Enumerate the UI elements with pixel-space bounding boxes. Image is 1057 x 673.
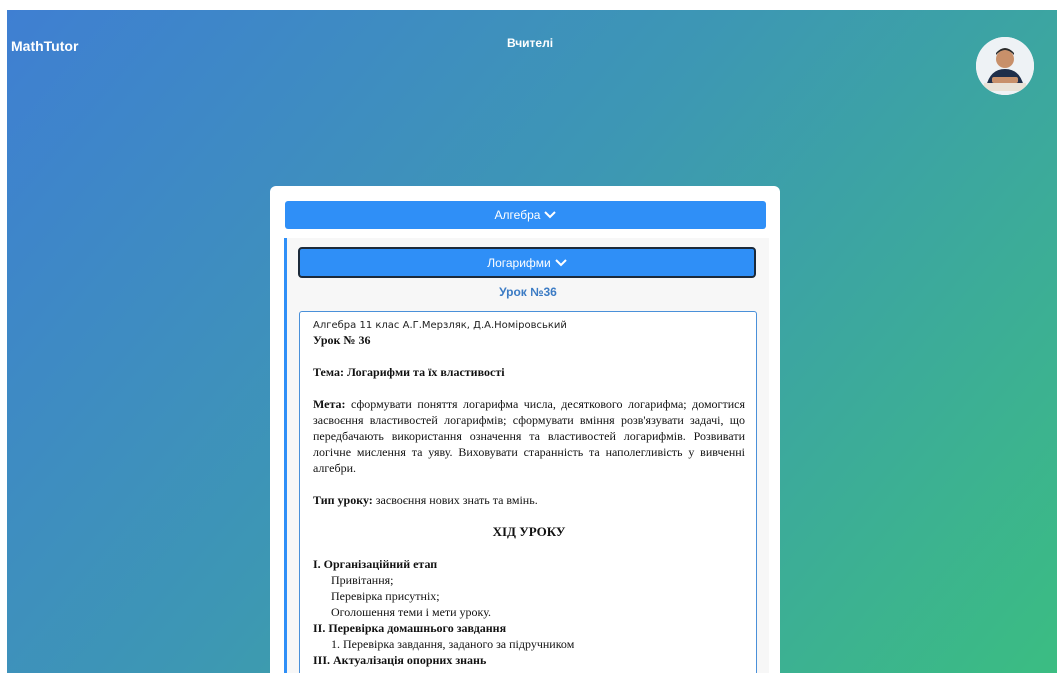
brand-logo[interactable]: MathTutor	[11, 38, 78, 54]
chevron-down-icon	[544, 211, 557, 219]
page-background: MathTutor Вчителі Алгебра Логарифми Урок…	[7, 10, 1057, 673]
topic-dropdown-algebra[interactable]: Алгебра	[285, 201, 766, 229]
document-goal: Мета: сформувати поняття логарифма числа…	[313, 396, 745, 476]
stage3-title: ІІІ. Актуалізація опорних знань	[313, 653, 487, 667]
stage1-item: Привітання;	[331, 573, 394, 587]
document-body: Урок № 36 Тема: Логарифми та їх властиво…	[313, 332, 745, 668]
stage2-title: ІІ. Перевірка домашнього завдання	[313, 621, 507, 635]
avatar[interactable]	[976, 37, 1034, 95]
lesson-title[interactable]: Урок №36	[287, 285, 769, 299]
chevron-down-icon	[555, 258, 567, 266]
stage1-item: Перевірка присутніх;	[331, 589, 440, 603]
nav-link-teachers[interactable]: Вчителі	[507, 36, 553, 50]
subtopic-dropdown-logarithms[interactable]: Логарифми	[298, 247, 756, 278]
goal-text: сформувати поняття логарифма числа, деся…	[313, 397, 745, 475]
topic-label: Алгебра	[494, 208, 541, 222]
type-text: засвоєння нових знать та вмінь.	[372, 493, 538, 507]
document-type: Тип уроку: засвоєння нових знать та вмін…	[313, 492, 745, 508]
document-viewer[interactable]: Алгебра 11 клас А.Г.Мерзляк, Д.А.Номіров…	[299, 311, 757, 673]
stage2-item: 1. Перевірка завдання, заданого за підру…	[331, 637, 575, 651]
stage1-item: Оголошення теми і мети уроку.	[331, 605, 492, 619]
goal-label: Мета:	[313, 397, 346, 411]
stage1-title: І. Організаційний етап	[313, 557, 438, 571]
type-label: Тип уроку:	[313, 493, 373, 507]
document-source: Алгебра 11 клас А.Г.Мерзляк, Д.А.Номіров…	[313, 320, 567, 331]
subtopic-panel: Логарифми Урок №36 Алгебра 11 клас А.Г.М…	[284, 238, 769, 673]
subtopic-label: Логарифми	[487, 255, 551, 270]
avatar-image	[976, 37, 1034, 95]
document-heading: Урок № 36	[313, 333, 371, 347]
document-topic: Тема: Логарифми та їх властивості	[313, 365, 505, 379]
lesson-card: Алгебра Логарифми Урок №36 Алгебра 11 кл…	[270, 186, 780, 673]
progress-heading: ХІД УРОКУ	[492, 524, 566, 539]
